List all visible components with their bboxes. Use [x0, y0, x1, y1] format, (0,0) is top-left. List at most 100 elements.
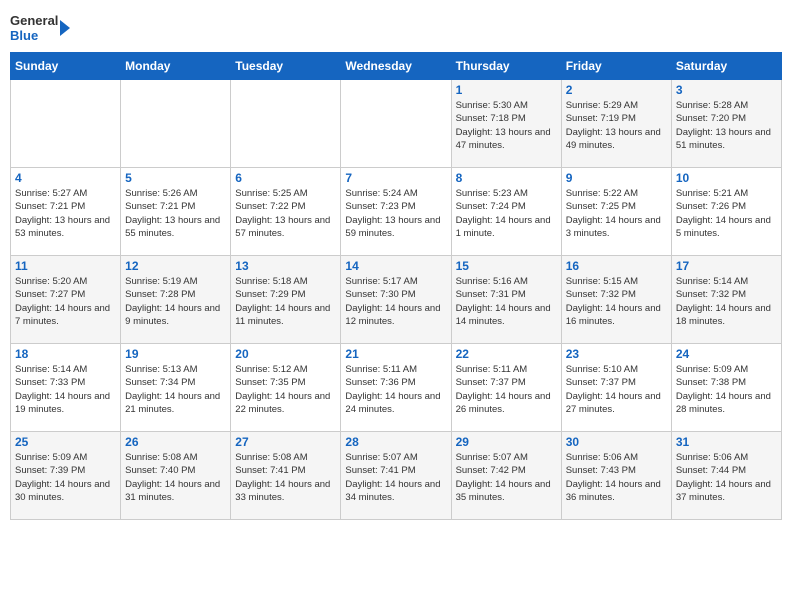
logo: GeneralBlue	[10, 10, 70, 46]
day-number: 30	[566, 435, 667, 449]
logo-svg: GeneralBlue	[10, 10, 70, 46]
calendar-cell: 5 Sunrise: 5:26 AMSunset: 7:21 PMDaylight…	[121, 168, 231, 256]
calendar-cell: 21 Sunrise: 5:11 AMSunset: 7:36 PMDayligh…	[341, 344, 451, 432]
day-number: 18	[15, 347, 116, 361]
day-info: Sunrise: 5:28 AMSunset: 7:20 PMDaylight:…	[676, 99, 777, 152]
day-number: 17	[676, 259, 777, 273]
day-number: 11	[15, 259, 116, 273]
day-info: Sunrise: 5:18 AMSunset: 7:29 PMDaylight:…	[235, 275, 336, 328]
calendar-cell: 12 Sunrise: 5:19 AMSunset: 7:28 PMDayligh…	[121, 256, 231, 344]
day-info: Sunrise: 5:08 AMSunset: 7:41 PMDaylight:…	[235, 451, 336, 504]
calendar-cell: 31Sunrise: 5:06 AMSunset: 7:44 PMDayligh…	[671, 432, 781, 520]
calendar-cell: 25 Sunrise: 5:09 AMSunset: 7:39 PMDayligh…	[11, 432, 121, 520]
day-info: Sunrise: 5:14 AMSunset: 7:32 PMDaylight:…	[676, 275, 777, 328]
day-number: 5	[125, 171, 226, 185]
day-number: 13	[235, 259, 336, 273]
day-info: Sunrise: 5:06 AMSunset: 7:43 PMDaylight:…	[566, 451, 667, 504]
day-info: Sunrise: 5:08 AMSunset: 7:40 PMDaylight:…	[125, 451, 226, 504]
calendar-cell: 15 Sunrise: 5:16 AMSunset: 7:31 PMDayligh…	[451, 256, 561, 344]
day-info: Sunrise: 5:25 AMSunset: 7:22 PMDaylight:…	[235, 187, 336, 240]
header-row: SundayMondayTuesdayWednesdayThursdayFrid…	[11, 53, 782, 80]
svg-text:General: General	[10, 13, 58, 28]
calendar-cell: 28 Sunrise: 5:07 AMSunset: 7:41 PMDayligh…	[341, 432, 451, 520]
day-info: Sunrise: 5:11 AMSunset: 7:37 PMDaylight:…	[456, 363, 557, 416]
day-info: Sunrise: 5:15 AMSunset: 7:32 PMDaylight:…	[566, 275, 667, 328]
day-info: Sunrise: 5:29 AMSunset: 7:19 PMDaylight:…	[566, 99, 667, 152]
calendar-week-3: 11 Sunrise: 5:20 AMSunset: 7:27 PMDayligh…	[11, 256, 782, 344]
calendar-week-2: 4 Sunrise: 5:27 AMSunset: 7:21 PMDaylight…	[11, 168, 782, 256]
day-info: Sunrise: 5:26 AMSunset: 7:21 PMDaylight:…	[125, 187, 226, 240]
day-info: Sunrise: 5:12 AMSunset: 7:35 PMDaylight:…	[235, 363, 336, 416]
calendar-cell: 2Sunrise: 5:29 AMSunset: 7:19 PMDaylight…	[561, 80, 671, 168]
header-day-wednesday: Wednesday	[341, 53, 451, 80]
header-day-saturday: Saturday	[671, 53, 781, 80]
calendar-week-1: 1 Sunrise: 5:30 AMSunset: 7:18 PMDaylight…	[11, 80, 782, 168]
day-number: 12	[125, 259, 226, 273]
calendar-cell: 18 Sunrise: 5:14 AMSunset: 7:33 PMDayligh…	[11, 344, 121, 432]
day-number: 29	[456, 435, 557, 449]
calendar-cell: 24Sunrise: 5:09 AMSunset: 7:38 PMDayligh…	[671, 344, 781, 432]
calendar-cell: 6 Sunrise: 5:25 AMSunset: 7:22 PMDaylight…	[231, 168, 341, 256]
day-number: 28	[345, 435, 446, 449]
day-number: 24	[676, 347, 777, 361]
calendar-cell: 4 Sunrise: 5:27 AMSunset: 7:21 PMDaylight…	[11, 168, 121, 256]
day-number: 16	[566, 259, 667, 273]
header-day-monday: Monday	[121, 53, 231, 80]
day-info: Sunrise: 5:30 AMSunset: 7:18 PMDaylight:…	[456, 99, 557, 152]
calendar-cell: 27 Sunrise: 5:08 AMSunset: 7:41 PMDayligh…	[231, 432, 341, 520]
day-info: Sunrise: 5:20 AMSunset: 7:27 PMDaylight:…	[15, 275, 116, 328]
day-number: 4	[15, 171, 116, 185]
calendar-cell	[231, 80, 341, 168]
day-number: 25	[15, 435, 116, 449]
calendar-cell	[11, 80, 121, 168]
day-number: 31	[676, 435, 777, 449]
calendar-cell: 11 Sunrise: 5:20 AMSunset: 7:27 PMDayligh…	[11, 256, 121, 344]
day-number: 27	[235, 435, 336, 449]
day-number: 20	[235, 347, 336, 361]
calendar-cell: 8 Sunrise: 5:23 AMSunset: 7:24 PMDaylight…	[451, 168, 561, 256]
day-info: Sunrise: 5:14 AMSunset: 7:33 PMDaylight:…	[15, 363, 116, 416]
day-number: 15	[456, 259, 557, 273]
day-number: 21	[345, 347, 446, 361]
day-info: Sunrise: 5:07 AMSunset: 7:42 PMDaylight:…	[456, 451, 557, 504]
calendar-cell: 9Sunrise: 5:22 AMSunset: 7:25 PMDaylight…	[561, 168, 671, 256]
calendar-cell: 17 Sunrise: 5:14 AMSunset: 7:32 PMDayligh…	[671, 256, 781, 344]
day-info: Sunrise: 5:09 AMSunset: 7:39 PMDaylight:…	[15, 451, 116, 504]
day-number: 3	[676, 83, 777, 97]
calendar-week-5: 25 Sunrise: 5:09 AMSunset: 7:39 PMDayligh…	[11, 432, 782, 520]
day-number: 1	[456, 83, 557, 97]
header-day-friday: Friday	[561, 53, 671, 80]
day-info: Sunrise: 5:11 AMSunset: 7:36 PMDaylight:…	[345, 363, 446, 416]
day-number: 26	[125, 435, 226, 449]
calendar-cell: 26 Sunrise: 5:08 AMSunset: 7:40 PMDayligh…	[121, 432, 231, 520]
header-day-thursday: Thursday	[451, 53, 561, 80]
header-day-sunday: Sunday	[11, 53, 121, 80]
calendar-cell: 23 Sunrise: 5:10 AMSunset: 7:37 PMDayligh…	[561, 344, 671, 432]
day-number: 19	[125, 347, 226, 361]
day-info: Sunrise: 5:27 AMSunset: 7:21 PMDaylight:…	[15, 187, 116, 240]
calendar-cell: 20 Sunrise: 5:12 AMSunset: 7:35 PMDayligh…	[231, 344, 341, 432]
day-info: Sunrise: 5:23 AMSunset: 7:24 PMDaylight:…	[456, 187, 557, 240]
calendar-cell: 10Sunrise: 5:21 AMSunset: 7:26 PMDayligh…	[671, 168, 781, 256]
day-number: 8	[456, 171, 557, 185]
calendar-cell: 14 Sunrise: 5:17 AMSunset: 7:30 PMDayligh…	[341, 256, 451, 344]
day-info: Sunrise: 5:16 AMSunset: 7:31 PMDaylight:…	[456, 275, 557, 328]
calendar-header: SundayMondayTuesdayWednesdayThursdayFrid…	[11, 53, 782, 80]
day-info: Sunrise: 5:24 AMSunset: 7:23 PMDaylight:…	[345, 187, 446, 240]
calendar-cell	[341, 80, 451, 168]
day-info: Sunrise: 5:10 AMSunset: 7:37 PMDaylight:…	[566, 363, 667, 416]
calendar-table: SundayMondayTuesdayWednesdayThursdayFrid…	[10, 52, 782, 520]
day-info: Sunrise: 5:13 AMSunset: 7:34 PMDaylight:…	[125, 363, 226, 416]
calendar-cell	[121, 80, 231, 168]
day-info: Sunrise: 5:19 AMSunset: 7:28 PMDaylight:…	[125, 275, 226, 328]
calendar-cell: 1 Sunrise: 5:30 AMSunset: 7:18 PMDaylight…	[451, 80, 561, 168]
calendar-cell: 7Sunrise: 5:24 AMSunset: 7:23 PMDaylight…	[341, 168, 451, 256]
calendar-cell: 29 Sunrise: 5:07 AMSunset: 7:42 PMDayligh…	[451, 432, 561, 520]
day-info: Sunrise: 5:07 AMSunset: 7:41 PMDaylight:…	[345, 451, 446, 504]
day-number: 14	[345, 259, 446, 273]
calendar-cell: 13 Sunrise: 5:18 AMSunset: 7:29 PMDayligh…	[231, 256, 341, 344]
day-number: 6	[235, 171, 336, 185]
day-number: 23	[566, 347, 667, 361]
calendar-week-4: 18 Sunrise: 5:14 AMSunset: 7:33 PMDayligh…	[11, 344, 782, 432]
day-info: Sunrise: 5:17 AMSunset: 7:30 PMDaylight:…	[345, 275, 446, 328]
